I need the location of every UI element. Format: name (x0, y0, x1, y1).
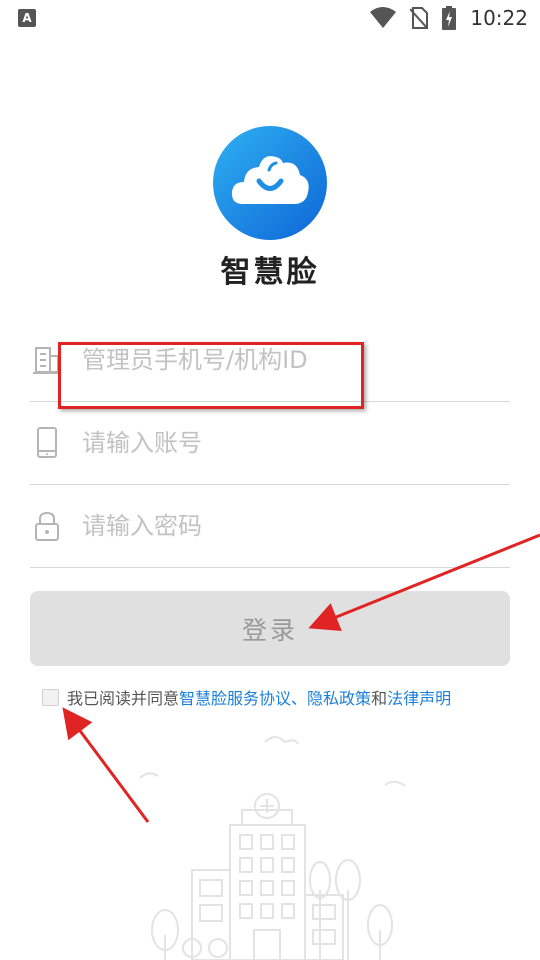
no-sim-icon (410, 7, 429, 29)
password-field (30, 486, 510, 568)
agreement-separator: 、 (291, 689, 308, 708)
highlight-box (58, 342, 364, 409)
app-logo (213, 126, 327, 240)
lock-icon (32, 510, 62, 542)
account-input[interactable] (82, 421, 502, 465)
clock: 10:22 (470, 6, 528, 30)
hospital-illustration (130, 730, 430, 960)
legal-statement-link[interactable]: 法律声明 (387, 685, 451, 709)
status-icons: 10:22 (370, 6, 528, 30)
brand-name: 智慧脸 (220, 255, 320, 290)
accessibility-badge-icon: A (18, 9, 36, 27)
login-button[interactable]: 登录 (30, 591, 510, 666)
password-input[interactable] (82, 504, 502, 548)
service-agreement-link[interactable]: 智慧脸服务协议 (179, 685, 291, 709)
wifi-icon (370, 7, 397, 29)
status-bar: A 10:22 (0, 0, 540, 36)
privacy-policy-link[interactable]: 隐私政策 (307, 685, 371, 709)
agreement-and: 和 (371, 689, 388, 708)
account-field (30, 403, 510, 485)
agreement-row: 我已阅读并同意 智慧脸服务协议 、 隐私政策 和 法律声明 (42, 684, 451, 710)
agreement-prefix: 我已阅读并同意 (67, 689, 180, 708)
battery-icon (442, 6, 457, 30)
agreement-checkbox[interactable] (42, 688, 59, 706)
phone-icon (32, 427, 62, 459)
